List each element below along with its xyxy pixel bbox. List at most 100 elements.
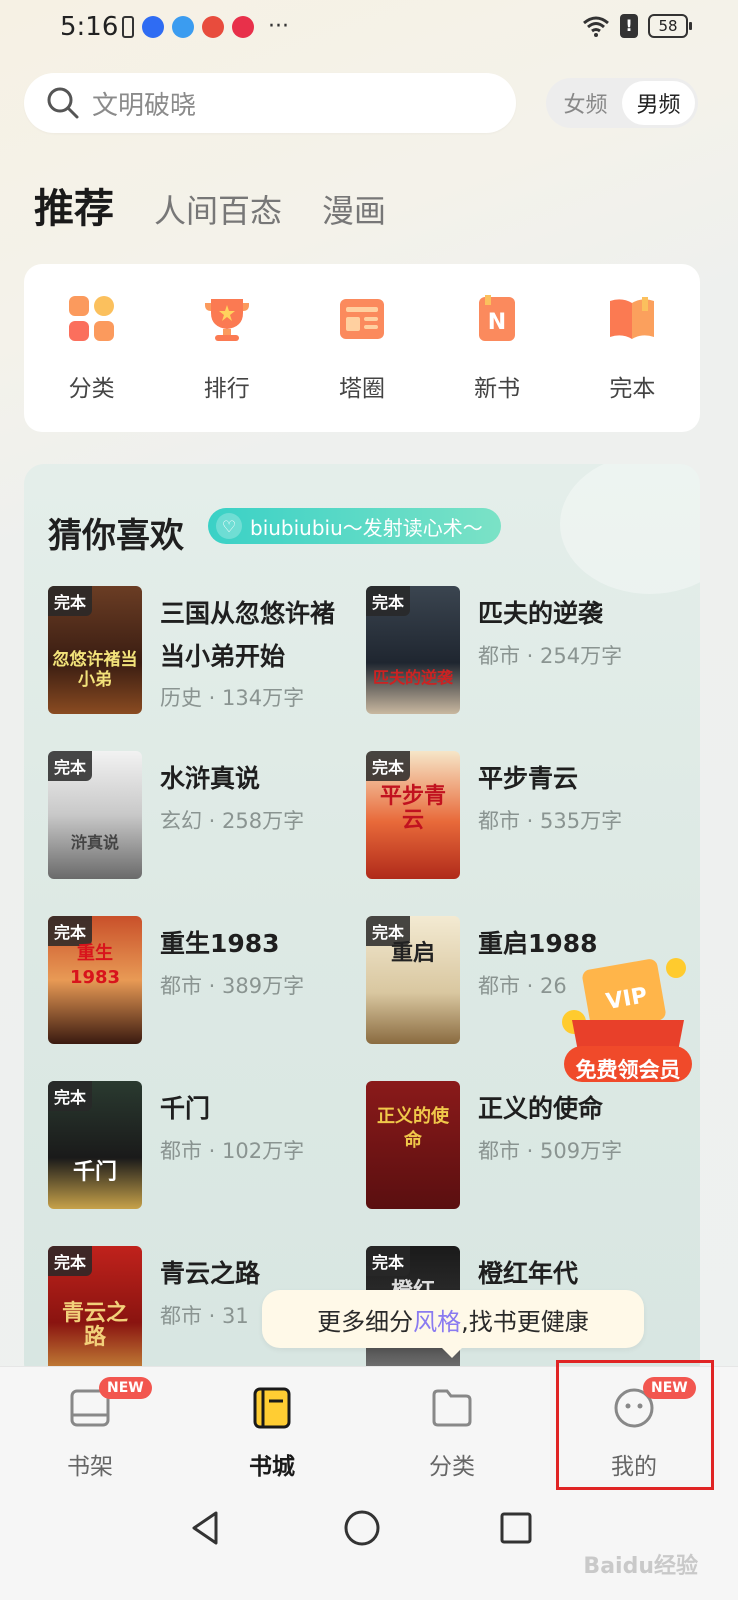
book-meta: 玄幻 · 258万字	[160, 809, 305, 833]
cover-title: 忽悠许褚当小弟	[52, 650, 138, 690]
book-meta: 都市 · 26	[478, 974, 567, 998]
tooltip-suffix: ,找书更健康	[461, 1307, 589, 1336]
completed-tag: 完本	[48, 1081, 93, 1111]
completed-tag: 完本	[48, 751, 93, 781]
cover-title: 重生1983	[69, 943, 121, 988]
new-book-icon: N	[471, 293, 523, 345]
trophy-icon	[201, 293, 253, 345]
battery-icon: 58	[648, 14, 692, 38]
news-app-icon	[202, 16, 224, 38]
female-channel-button[interactable]: 女频	[549, 81, 622, 125]
nav-bookshelf[interactable]: NEW 书架	[30, 1377, 152, 1481]
more-notifications-icon: ···	[268, 14, 289, 39]
cover-title: 匹夫的逆袭	[372, 668, 453, 687]
book-title: 平步青云	[478, 764, 579, 793]
book-item[interactable]: 完本 匹夫的逆袭 匹夫的逆袭 都市 · 254万字	[366, 586, 676, 716]
style-tip-tooltip[interactable]: 更多细分 风格 ,找书更健康	[262, 1290, 644, 1358]
baidu-app-icon	[142, 16, 164, 38]
home-icon[interactable]	[342, 1508, 382, 1548]
male-channel-button[interactable]: 男频	[622, 81, 695, 125]
cover-title: 浒真说	[70, 833, 119, 852]
mind-reading-badge[interactable]: ♡ biubiubiu～发射读心术～	[208, 508, 501, 544]
book-title: 青云之路	[160, 1259, 261, 1288]
quick-nav-category[interactable]: 分类	[37, 293, 147, 403]
quick-nav-tower[interactable]: 塔圈	[307, 293, 417, 403]
book-cover: 完本 平步青云	[366, 751, 460, 879]
status-system-icons: ! 58	[582, 14, 692, 38]
quick-nav-label: 塔圈	[338, 376, 385, 402]
tooltip-highlight: 风格	[413, 1307, 462, 1336]
book-title: 匹夫的逆袭	[478, 599, 604, 628]
nav-label: 分类	[429, 1454, 475, 1480]
book-title: 千门	[160, 1094, 211, 1123]
book-cover: 完本 忽悠许褚当小弟	[48, 586, 142, 714]
top-tabs: 推荐 人间百态 漫画	[34, 176, 426, 234]
completed-tag: 完本	[366, 586, 411, 616]
book-title: 橙红年代	[478, 1259, 579, 1288]
tab-comics[interactable]: 漫画	[322, 186, 386, 232]
book-title: 正义的使命	[478, 1094, 604, 1123]
search-icon	[47, 87, 79, 119]
book-title: 三国从忽悠许褚当小弟开始	[160, 599, 336, 671]
cover-title: 平步青云	[379, 784, 446, 833]
book-meta: 都市 · 254万字	[478, 644, 623, 668]
book-item[interactable]: 完本 重生1983 重生1983 都市 · 389万字	[48, 916, 358, 1046]
quick-nav-label: 新书	[474, 376, 521, 402]
book-title: 重生1983	[160, 929, 280, 958]
quick-nav-completed[interactable]: 完本	[577, 293, 687, 403]
book-cover: 完本 浒真说	[48, 751, 142, 879]
newspaper-icon	[336, 293, 388, 345]
badge-text: biubiubiu～发射读心术～	[250, 515, 483, 540]
tab-life[interactable]: 人间百态	[154, 186, 282, 232]
vip-label: 免费领会员	[575, 1058, 681, 1082]
book-meta: 都市 · 31	[160, 1304, 249, 1328]
book-meta: 都市 · 102万字	[160, 1139, 305, 1163]
book-item[interactable]: 完本 忽悠许褚当小弟 三国从忽悠许褚当小弟开始 历史 · 134万字	[48, 586, 358, 716]
cover-title: 青云之路	[61, 1301, 128, 1350]
book-cover: 完本 重生1983	[48, 916, 142, 1044]
heart-icon: ♡	[216, 513, 242, 539]
tab-recommend[interactable]: 推荐	[34, 176, 114, 234]
completed-tag: 完本	[366, 1246, 411, 1276]
book-item[interactable]: 正义的使命 正义的使命 都市 · 509万字	[366, 1081, 676, 1211]
book-item[interactable]: 完本 浒真说 水浒真说 玄幻 · 258万字	[48, 751, 358, 881]
free-vip-promo[interactable]: VIP 免费领会员	[558, 950, 698, 1092]
bookstore-icon	[251, 1387, 293, 1429]
status-bar: 5:16 ··· ! 58	[0, 0, 738, 56]
quick-nav-ranking[interactable]: 排行	[172, 293, 282, 403]
back-icon[interactable]	[186, 1508, 226, 1548]
cover-title: 重启	[390, 941, 435, 966]
book-meta: 都市 · 509万字	[478, 1139, 623, 1163]
tooltip-prefix: 更多细分	[317, 1307, 414, 1336]
nav-category[interactable]: 分类	[392, 1387, 512, 1481]
section-title: 猜你喜欢	[48, 516, 184, 556]
status-notification-icons: ···	[122, 16, 289, 38]
highlight-annotation-box	[556, 1360, 714, 1490]
open-book-icon	[606, 293, 658, 345]
gender-toggle[interactable]: 女频 男频	[546, 78, 698, 128]
completed-tag: 完本	[366, 751, 411, 781]
quick-nav: 分类 排行 塔圈 N 新书 完本	[24, 264, 700, 432]
search-bar[interactable]: 文明破晓	[24, 73, 516, 133]
nav-bookstore[interactable]: 书城	[212, 1387, 332, 1481]
browser-app-icon	[172, 16, 194, 38]
search-input[interactable]: 文明破晓	[92, 85, 196, 122]
category-grid-icon	[66, 293, 118, 345]
bookshelf-icon: NEW	[69, 1377, 152, 1429]
book-meta: 都市 · 535万字	[478, 809, 623, 833]
recents-icon[interactable]	[496, 1508, 536, 1548]
status-time: 5:16	[60, 12, 119, 42]
svg-text:N: N	[488, 310, 506, 335]
book-item[interactable]: 完本 千门 千门 都市 · 102万字	[48, 1081, 358, 1211]
video-app-icon	[232, 16, 254, 38]
wifi-icon	[583, 16, 609, 37]
new-badge: NEW	[99, 1377, 152, 1399]
nav-label: 书城	[249, 1454, 295, 1480]
decorative-bubble	[560, 464, 700, 594]
quick-nav-new-books[interactable]: N 新书	[442, 293, 552, 403]
guess-you-like-section: 猜你喜欢 ♡ biubiubiu～发射读心术～ 完本 忽悠许褚当小弟 三国从忽悠…	[24, 464, 700, 1384]
book-cover: 完本 千门	[48, 1081, 142, 1209]
book-item[interactable]: 完本 平步青云 平步青云 都市 · 535万字	[366, 751, 676, 881]
cover-title: 千门	[72, 1160, 117, 1185]
book-cover: 正义的使命	[366, 1081, 460, 1209]
